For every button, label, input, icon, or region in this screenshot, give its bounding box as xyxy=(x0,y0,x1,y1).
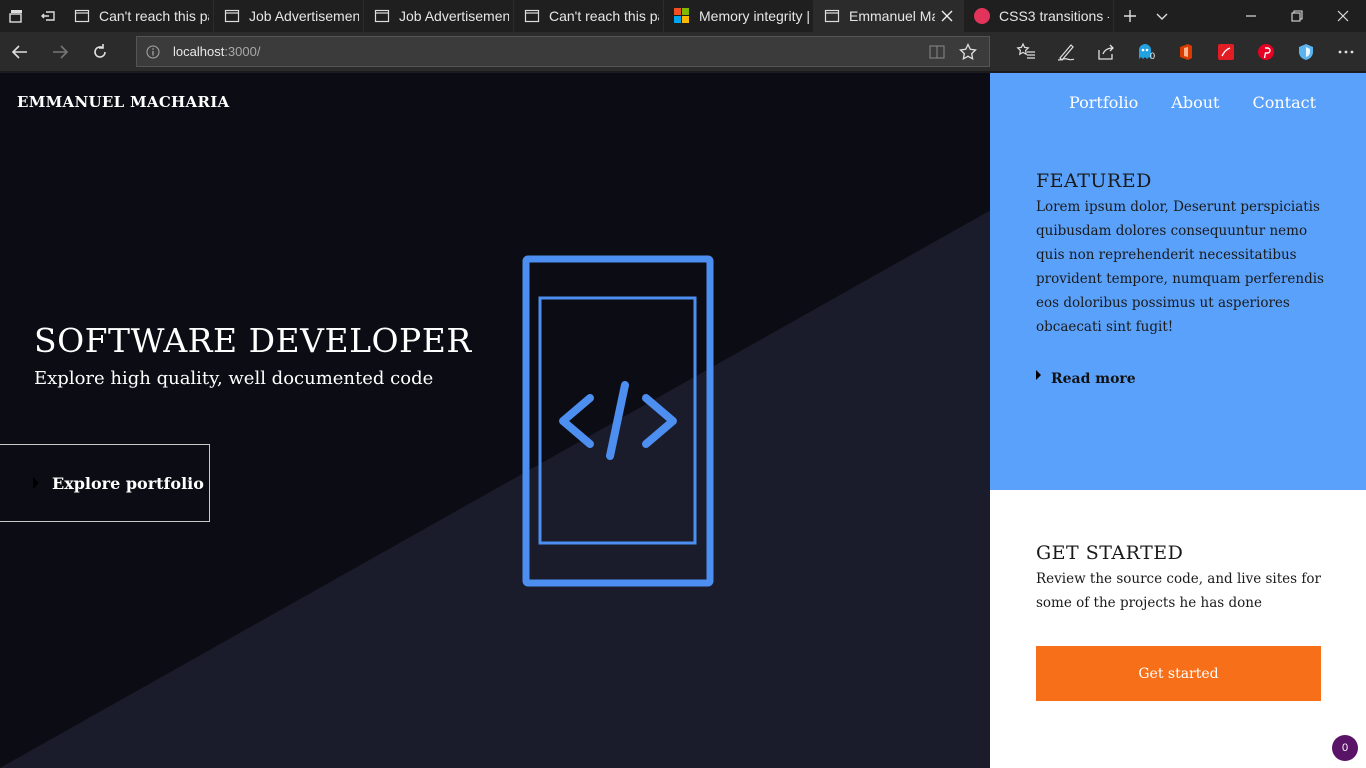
page-icon xyxy=(524,9,540,23)
tab-preview-icon[interactable] xyxy=(0,0,32,32)
pinterest-extension-icon[interactable] xyxy=(1254,40,1278,64)
favorites-list-icon[interactable] xyxy=(1014,40,1038,64)
featured-section: Portfolio About Contact FEATURED Lorem i… xyxy=(990,73,1366,490)
page-icon xyxy=(374,9,390,23)
hero-title: SOFTWARE DEVELOPER xyxy=(34,321,472,360)
ghostery-extension-icon[interactable]: 0 xyxy=(1134,40,1158,64)
explore-portfolio-label: Explore portfolio xyxy=(52,473,204,493)
read-more-label: Read more xyxy=(1051,371,1136,387)
get-started-button[interactable]: Get started xyxy=(1036,646,1321,701)
tab-job-advertisement-1[interactable]: Job Advertisement xyxy=(214,0,364,32)
tab-emmanuel-active[interactable]: Emmanuel Ma xyxy=(814,0,964,32)
red-circle-icon xyxy=(974,8,990,24)
address-input[interactable]: localhost:3000/ xyxy=(136,36,990,67)
tab-label: CSS3 transitions - a xyxy=(999,8,1109,24)
url-text: localhost:3000/ xyxy=(173,44,260,59)
reading-view-icon[interactable] xyxy=(929,45,945,59)
restore-icon[interactable] xyxy=(1274,0,1320,32)
tab-label: Job Advertisement xyxy=(399,8,509,24)
office-extension-icon[interactable] xyxy=(1174,40,1198,64)
chevron-down-icon[interactable] xyxy=(1146,0,1178,32)
main-nav: Portfolio About Contact xyxy=(1069,93,1316,112)
minimize-icon[interactable] xyxy=(1228,0,1274,32)
tab-label: Can't reach this pa xyxy=(549,8,659,24)
microsoft-logo-icon xyxy=(674,8,690,24)
tab-job-advertisement-2[interactable]: Job Advertisement xyxy=(364,0,514,32)
extension-count: 0 xyxy=(1150,51,1156,61)
page-viewport: EMMANUEL MACHARIA SOFTWARE DEVELOPER Exp… xyxy=(0,73,1366,768)
favorite-star-icon[interactable] xyxy=(959,43,977,61)
info-icon[interactable] xyxy=(146,45,160,59)
more-options-icon[interactable] xyxy=(1334,40,1358,64)
caret-right-icon xyxy=(1036,370,1041,380)
adobe-extension-icon[interactable] xyxy=(1214,40,1238,64)
nav-link-portfolio[interactable]: Portfolio xyxy=(1069,93,1138,112)
featured-body: Lorem ipsum dolor, Deserunt perspiciatis… xyxy=(1036,199,1324,335)
site-logo[interactable]: EMMANUEL MACHARIA xyxy=(17,93,230,111)
url-host: localhost xyxy=(173,44,225,59)
page-icon xyxy=(224,9,240,23)
read-more-link[interactable]: Read more xyxy=(1036,370,1136,387)
page-icon xyxy=(74,9,90,23)
caret-right-icon xyxy=(33,477,39,489)
get-started-body: Review the source code, and live sites f… xyxy=(1036,571,1321,611)
hero-subtitle: Explore high quality, well documented co… xyxy=(34,368,434,389)
tab-css3-transitions[interactable]: CSS3 transitions - a xyxy=(964,0,1114,32)
new-tab-icon[interactable] xyxy=(1114,0,1146,32)
tab-cant-reach-1[interactable]: Can't reach this pa xyxy=(64,0,214,32)
browser-address-bar: localhost:3000/ 0 xyxy=(0,32,1366,72)
tab-label: Memory integrity | xyxy=(699,8,809,24)
featured-title: FEATURED xyxy=(1036,170,1152,192)
refresh-icon[interactable] xyxy=(84,36,116,68)
share-icon[interactable] xyxy=(1094,40,1118,64)
tab-label: Job Advertisement xyxy=(249,8,359,24)
pen-notes-icon[interactable] xyxy=(1054,40,1078,64)
nav-link-about[interactable]: About xyxy=(1171,93,1219,112)
get-started-title: GET STARTED xyxy=(1036,542,1184,564)
mobile-code-icon xyxy=(522,255,714,587)
set-tabs-aside-icon[interactable] xyxy=(32,0,64,32)
side-panel: Portfolio About Contact FEATURED Lorem i… xyxy=(990,73,1366,768)
hero-diagonal-background xyxy=(0,210,991,768)
get-started-section: GET STARTED Review the source code, and … xyxy=(990,490,1366,768)
page-icon xyxy=(824,9,840,23)
forward-arrow-icon[interactable] xyxy=(44,36,76,68)
chat-badge[interactable]: 0 xyxy=(1332,735,1358,761)
close-tab-icon[interactable] xyxy=(939,8,955,24)
nav-link-contact[interactable]: Contact xyxy=(1252,93,1316,112)
hero-section: EMMANUEL MACHARIA SOFTWARE DEVELOPER Exp… xyxy=(0,73,991,768)
tab-label: Emmanuel Ma xyxy=(849,8,935,24)
shield-extension-icon[interactable] xyxy=(1294,40,1318,64)
url-path: :3000/ xyxy=(224,44,261,59)
close-window-icon[interactable] xyxy=(1320,0,1366,32)
explore-portfolio-button[interactable]: Explore portfolio xyxy=(0,444,210,522)
tab-cant-reach-2[interactable]: Can't reach this pa xyxy=(514,0,664,32)
browser-tab-bar: Can't reach this pa Job Advertisement Jo… xyxy=(0,0,1366,32)
tab-memory-integrity[interactable]: Memory integrity | xyxy=(664,0,814,32)
tab-label: Can't reach this pa xyxy=(99,8,209,24)
back-arrow-icon[interactable] xyxy=(4,36,36,68)
